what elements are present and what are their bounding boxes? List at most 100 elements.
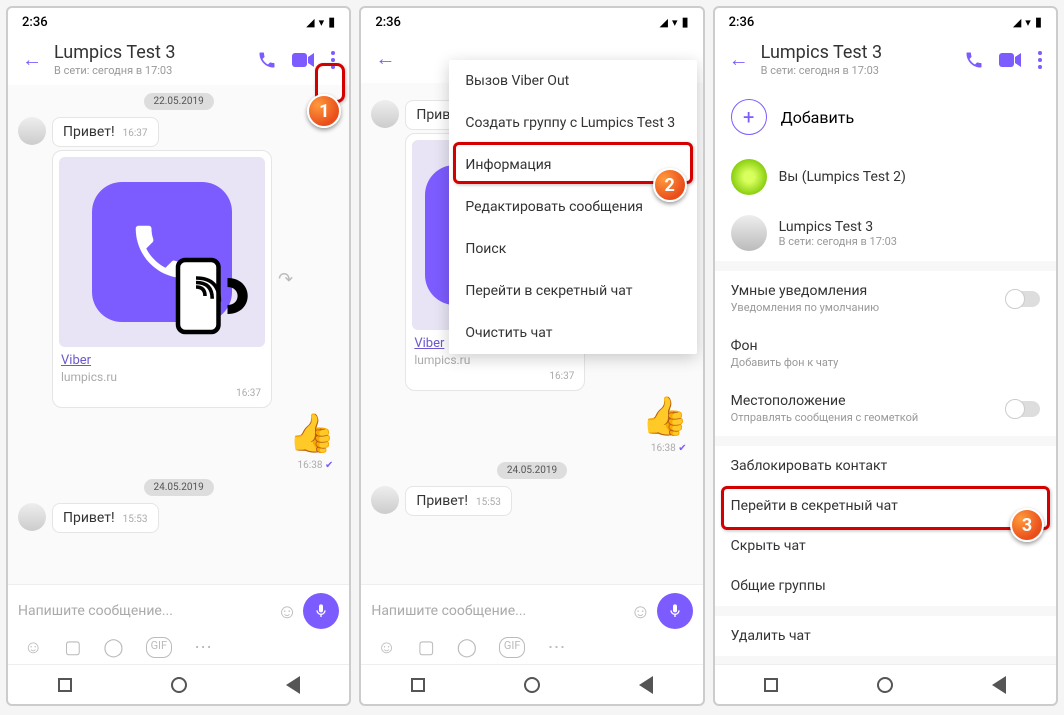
info-header: ← Lumpics Test 3 В сети: сегодня в 17:03 <box>715 36 1056 85</box>
member-row-you[interactable]: Вы (Lumpics Test 2) <box>715 149 1056 205</box>
gif-icon[interactable]: GIF <box>146 637 173 658</box>
media-time: 16:37 <box>412 369 578 384</box>
gallery-icon[interactable]: ▢ <box>64 637 81 658</box>
toggle-switch[interactable] <box>1006 401 1040 417</box>
member-status: В сети: сегодня в 17:03 <box>779 235 897 248</box>
status-bar: 2:36 ◢ ▾ ▮ <box>8 8 349 36</box>
toggle-switch[interactable] <box>1006 291 1040 307</box>
message-input[interactable]: Напишите сообщение... <box>18 603 271 619</box>
signal-icon: ◢ <box>1013 16 1021 29</box>
more-icon[interactable] <box>1036 49 1044 71</box>
setting-sub: Уведомления по умолчанию <box>731 301 880 314</box>
video-icon[interactable] <box>291 51 315 69</box>
chat-body: 22.05.2019 Привет! 16:37 Viber lumpics.r… <box>8 85 349 584</box>
outgoing-time: 16:38 ✔ <box>8 460 349 475</box>
menu-search[interactable]: Поиск <box>449 228 696 270</box>
setting-location[interactable]: Местоположение Отправлять сообщения с ге… <box>715 381 1056 436</box>
more-attach-icon[interactable]: ⋯ <box>194 637 212 658</box>
member-row-contact[interactable]: Lumpics Test 3 В сети: сегодня в 17:03 <box>715 205 1056 261</box>
setting-hide-chat[interactable]: Скрыть чат <box>715 526 1056 566</box>
video-icon[interactable] <box>998 51 1022 69</box>
outgoing-sticker-row: 👍 <box>8 408 349 460</box>
setting-delete-chat[interactable]: Удалить чат <box>715 616 1056 656</box>
media-message[interactable]: Viber lumpics.ru 16:37 <box>52 150 272 408</box>
input-bar: Напишите сообщение... ☺ <box>8 584 349 633</box>
camera-icon[interactable]: ◯ <box>457 637 477 658</box>
emoji-icon[interactable]: ☺ <box>630 599 650 624</box>
message-row: Привет! 15:53 <box>361 483 702 519</box>
sticker-icon[interactable]: ☺ <box>24 637 42 658</box>
menu-viber-out[interactable]: Вызов Viber Out <box>449 60 696 102</box>
setting-smart-notifications[interactable]: Умные уведомления Уведомления по умолчан… <box>715 271 1056 326</box>
message-time: 15:53 <box>123 514 148 525</box>
message-bubble[interactable]: Привет! 16:37 <box>52 117 159 147</box>
setting-secret-chat[interactable]: Перейти в секретный чат <box>715 486 1056 526</box>
camera-icon[interactable]: ◯ <box>103 637 123 658</box>
header-title-block[interactable]: Lumpics Test 3 В сети: сегодня в 17:03 <box>54 42 249 77</box>
mic-button[interactable] <box>657 593 693 629</box>
avatar[interactable] <box>18 117 46 145</box>
gif-icon[interactable]: GIF <box>499 637 526 658</box>
recents-icon[interactable] <box>764 678 778 692</box>
thumbs-up-sticker[interactable]: 👍 <box>641 395 688 439</box>
gallery-icon[interactable]: ▢ <box>418 637 435 658</box>
avatar[interactable] <box>18 503 46 531</box>
check-icon: ✔ <box>325 460 333 471</box>
setting-label: Удалить чат <box>731 628 1040 644</box>
android-nav <box>715 664 1056 704</box>
message-bubble[interactable]: Привет! 15:53 <box>52 503 159 533</box>
info-body: + Добавить Вы (Lumpics Test 2) Lumpics T… <box>715 85 1056 664</box>
recents-icon[interactable] <box>411 678 425 692</box>
status-icons: ◢ ▾ ▮ <box>1013 15 1042 30</box>
back-icon[interactable]: ← <box>18 43 46 76</box>
member-name: Lumpics Test 3 <box>779 219 897 235</box>
avatar <box>731 215 767 251</box>
home-icon[interactable] <box>524 677 540 693</box>
back-icon[interactable]: ← <box>725 43 753 76</box>
callout-badge-3: 3 <box>1010 508 1044 542</box>
thumbs-up-sticker[interactable]: 👍 <box>288 412 335 456</box>
message-time: 16:37 <box>123 128 148 139</box>
more-icon[interactable] <box>329 49 337 71</box>
date-separator: 24.05.2019 <box>497 462 567 479</box>
add-member-button[interactable]: + Добавить <box>715 85 1056 149</box>
menu-create-group[interactable]: Создать группу с Lumpics Test 3 <box>449 102 696 144</box>
setting-block-contact[interactable]: Заблокировать контакт <box>715 446 1056 486</box>
avatar[interactable] <box>371 100 399 128</box>
message-time: 15:53 <box>476 497 501 508</box>
message-row: Привет! 16:37 <box>8 114 349 150</box>
home-icon[interactable] <box>877 677 893 693</box>
message-input[interactable]: Напишите сообщение... <box>371 603 624 619</box>
back-icon[interactable]: ← <box>371 42 399 75</box>
setting-label: Общие группы <box>731 578 1040 594</box>
link-label[interactable]: Viber <box>59 347 265 368</box>
back-nav-icon[interactable] <box>286 676 300 694</box>
status-icons: ◢ ▾ ▮ <box>660 15 689 30</box>
outgoing-time: 16:38 ✔ <box>361 443 702 458</box>
info-title: Lumpics Test 3 <box>761 42 956 63</box>
setting-common-groups[interactable]: Общие группы <box>715 566 1056 606</box>
sticker-icon[interactable]: ☺ <box>377 637 395 658</box>
setting-label: Умные уведомления <box>731 283 880 299</box>
home-icon[interactable] <box>171 677 187 693</box>
menu-secret-chat[interactable]: Перейти в секретный чат <box>449 270 696 312</box>
share-icon[interactable]: ↷ <box>278 269 293 290</box>
call-icon[interactable] <box>964 50 984 70</box>
mic-button[interactable] <box>303 593 339 629</box>
date-separator: 24.05.2019 <box>144 479 214 496</box>
setting-background[interactable]: Фон Добавить фон к чату <box>715 326 1056 381</box>
back-nav-icon[interactable] <box>992 676 1006 694</box>
attachment-bar: ☺ ▢ ◯ GIF ⋯ <box>361 633 702 664</box>
header-title-block[interactable]: Lumpics Test 3 В сети: сегодня в 17:03 <box>761 42 956 77</box>
recents-icon[interactable] <box>58 678 72 692</box>
media-time: 16:37 <box>59 386 265 401</box>
status-bar: 2:36 ◢ ▾ ▮ <box>715 8 1056 36</box>
android-nav <box>361 664 702 704</box>
menu-clear-chat[interactable]: Очистить чат <box>449 312 696 354</box>
emoji-icon[interactable]: ☺ <box>277 599 297 624</box>
avatar[interactable] <box>371 486 399 514</box>
more-attach-icon[interactable]: ⋯ <box>547 637 565 658</box>
back-nav-icon[interactable] <box>639 676 653 694</box>
call-icon[interactable] <box>257 50 277 70</box>
message-bubble[interactable]: Привет! 15:53 <box>405 486 512 516</box>
